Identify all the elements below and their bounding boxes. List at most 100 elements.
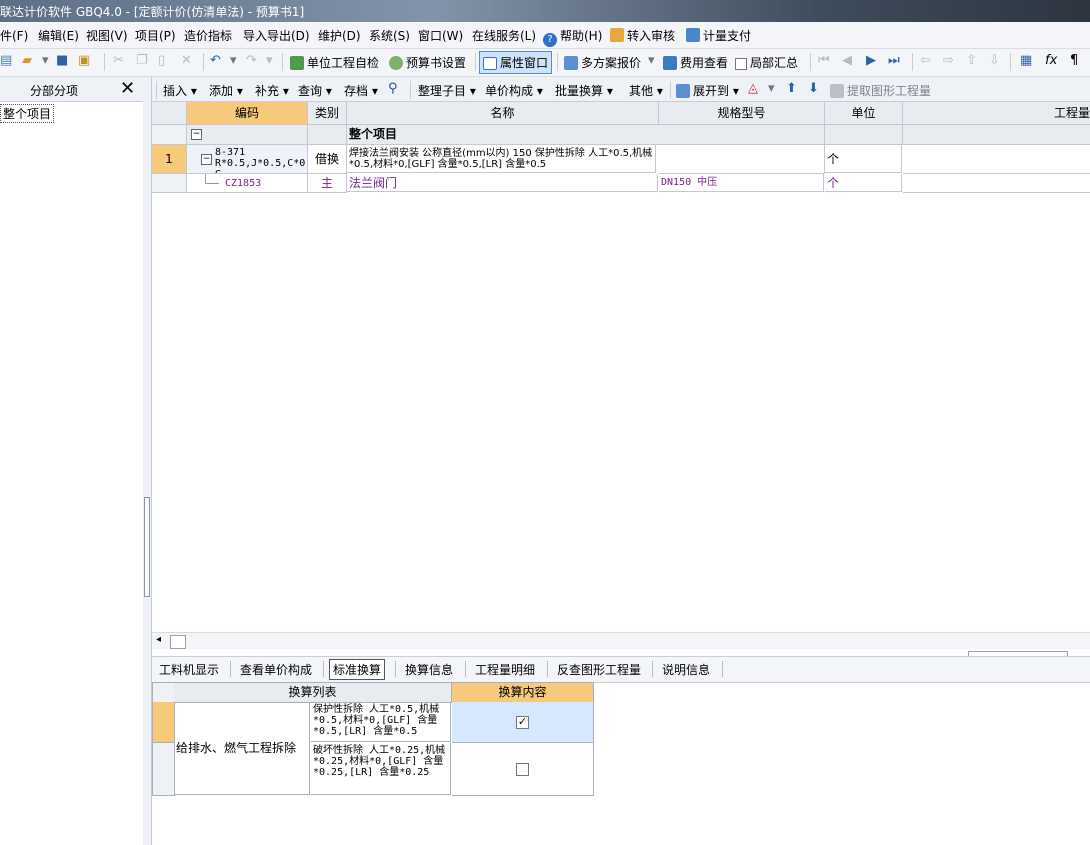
scroll-left-icon[interactable]: ◂ [156, 634, 161, 645]
scroll-thumb[interactable] [170, 635, 186, 649]
arrow-up-icon[interactable]: ⬆ [786, 81, 797, 96]
menu-import-export[interactable]: 导入导出(D) [243, 27, 310, 44]
expand-to-button[interactable]: 展开到 ▾ [676, 82, 739, 99]
archive-button[interactable]: 存档 ▾ [344, 82, 378, 99]
next-record-icon[interactable]: ▶ [866, 53, 876, 68]
save-icon[interactable]: ■ [56, 53, 68, 68]
menu-file[interactable]: 件(F) [0, 27, 28, 44]
add-button[interactable]: 添加 ▾ [209, 82, 243, 99]
item-quantity[interactable] [903, 145, 1090, 174]
tab-unit-price[interactable]: 查看单价构成 [237, 661, 315, 678]
item-name[interactable]: 焊接法兰阀安装 公称直径(mm以内) 150 保护性拆除 人工*0.5,机械*0… [347, 145, 656, 173]
paragraph-icon[interactable]: ¶ [1070, 53, 1078, 68]
tab-conversion-info[interactable]: 换算信息 [402, 661, 456, 678]
binoculars-icon[interactable]: ⚲ [388, 81, 398, 96]
partial-summary-toggle[interactable]: 局部汇总 [735, 54, 798, 71]
horizontal-scrollbar[interactable]: ◂ [152, 632, 1090, 649]
menu-edit[interactable]: 编辑(E) [38, 27, 79, 44]
checkbox-checked[interactable]: ✓ [516, 716, 529, 729]
row-index[interactable] [152, 174, 187, 193]
tab-quantity-detail[interactable]: 工程量明细 [472, 661, 538, 678]
column-header-spec[interactable]: 规格型号 [659, 102, 825, 125]
item-spec[interactable] [659, 145, 825, 174]
menu-help[interactable]: ? 帮助(H) [543, 27, 602, 47]
tab-description[interactable]: 说明信息 [659, 661, 713, 678]
calculator-icon[interactable]: ▦ [1020, 53, 1032, 68]
prev-record-icon[interactable]: ◀ [842, 53, 852, 68]
new-icon[interactable]: ▤ [0, 53, 12, 68]
column-header-quantity[interactable]: 工程量 [903, 102, 1090, 125]
undo-dropdown-icon[interactable]: ▾ [230, 53, 237, 68]
move-left-icon[interactable]: ⇦ [920, 53, 931, 68]
splitter-grip[interactable] [144, 497, 150, 597]
tab-labor-material[interactable]: 工料机显示 [156, 661, 222, 678]
other-button[interactable]: 其他 ▾ [629, 82, 663, 99]
undo-icon[interactable]: ↶ [210, 53, 221, 68]
column-header-code[interactable]: 编码 [187, 102, 308, 125]
arrow-down-icon[interactable]: ⬇ [808, 81, 819, 96]
column-header-name[interactable]: 名称 [347, 102, 659, 125]
redo-dropdown-icon[interactable]: ▾ [266, 53, 273, 68]
collapse-icon[interactable]: − [191, 129, 202, 140]
item-name[interactable]: 法兰阀门 [347, 174, 658, 192]
delete-icon[interactable]: ✕ [181, 53, 192, 68]
paint-icon[interactable]: ◬ [748, 81, 758, 96]
self-check-button[interactable]: 单位工程自检 [290, 54, 379, 71]
tree-item-root[interactable]: 整个项目 [0, 104, 55, 123]
item-type[interactable]: 主 [308, 174, 347, 193]
cut-icon[interactable]: ✂ [113, 53, 124, 68]
tree-toggle-cell[interactable]: − [187, 125, 308, 145]
property-window-button[interactable]: 属性窗口 [479, 51, 553, 74]
query-button[interactable]: 查询 ▾ [298, 82, 332, 99]
save-all-icon[interactable]: ▣ [78, 53, 90, 68]
menu-cost-index[interactable]: 造价指标 [184, 27, 232, 44]
menu-measure-pay[interactable]: 计量支付 [686, 27, 751, 44]
menu-online-service[interactable]: 在线服务(L) [472, 27, 536, 44]
menu-transfer-audit[interactable]: 转入审核 [610, 27, 675, 44]
item-unit[interactable]: 个 [825, 174, 902, 192]
batch-convert-button[interactable]: 批量换算 ▾ [555, 82, 613, 99]
column-header-unit[interactable]: 单位 [825, 102, 903, 125]
multi-quote-dropdown-icon[interactable]: ▾ [648, 53, 655, 68]
formula-icon[interactable]: fx [1045, 53, 1057, 68]
panel-splitter[interactable] [143, 77, 152, 845]
open-icon[interactable]: ▰ [22, 53, 32, 68]
menu-project[interactable]: 项目(P) [135, 27, 176, 44]
copy-icon[interactable]: ❐ [136, 53, 148, 68]
last-record-icon[interactable]: ⏭ [888, 53, 900, 68]
row-header[interactable] [152, 743, 175, 796]
menu-view[interactable]: 视图(V) [86, 27, 128, 44]
menu-maintain[interactable]: 维护(D) [318, 27, 361, 44]
budget-settings-button[interactable]: 预算书设置 [389, 54, 466, 71]
supplement-button[interactable]: 补充 ▾ [255, 82, 289, 99]
multi-quote-button[interactable]: 多方案报价 [564, 54, 641, 71]
move-down-icon[interactable]: ⇩ [989, 53, 1000, 68]
organize-button[interactable]: 整理子目 ▾ [418, 82, 476, 99]
table-row-code-cell[interactable]: − 8-371 R*0.5,J*0.5,C*0,HGLF G [187, 145, 308, 174]
root-name-cell[interactable]: 整个项目 [347, 125, 661, 145]
extract-quantity-button[interactable]: 提取图形工程量 [830, 82, 931, 99]
paint-dropdown-icon[interactable]: ▾ [768, 81, 775, 96]
insert-button[interactable]: 插入 ▾ [163, 82, 197, 99]
dropdown-arrow-icon[interactable]: ▾ [42, 53, 49, 68]
fee-view-button[interactable]: 费用查看 [663, 54, 728, 71]
item-type[interactable]: 借换 [308, 145, 347, 174]
row-header[interactable] [152, 702, 175, 743]
item-unit[interactable]: 个 [825, 145, 902, 173]
tab-standard-conversion[interactable]: 标准换算 [329, 659, 386, 680]
conversion-option-cell[interactable] [452, 743, 594, 796]
first-record-icon[interactable]: ⏮ [818, 53, 830, 68]
checkbox-unchecked[interactable] [516, 763, 529, 776]
column-header-type[interactable]: 类别 [308, 102, 347, 125]
item-spec[interactable]: DN150 中压 [659, 174, 824, 192]
menu-window[interactable]: 窗口(W) [418, 27, 463, 44]
redo-icon[interactable]: ↷ [246, 53, 257, 68]
move-up-icon[interactable]: ⇧ [966, 53, 977, 68]
row-index[interactable]: 1 [152, 145, 187, 174]
item-quantity[interactable] [903, 174, 1090, 193]
conversion-option-cell[interactable]: ✓ [452, 702, 594, 743]
row-header[interactable] [152, 125, 187, 145]
table-row-code-cell[interactable]: CZ1853 [187, 174, 308, 193]
close-icon[interactable]: ✕ [120, 78, 135, 99]
paste-icon[interactable]: ▯ [158, 53, 165, 68]
